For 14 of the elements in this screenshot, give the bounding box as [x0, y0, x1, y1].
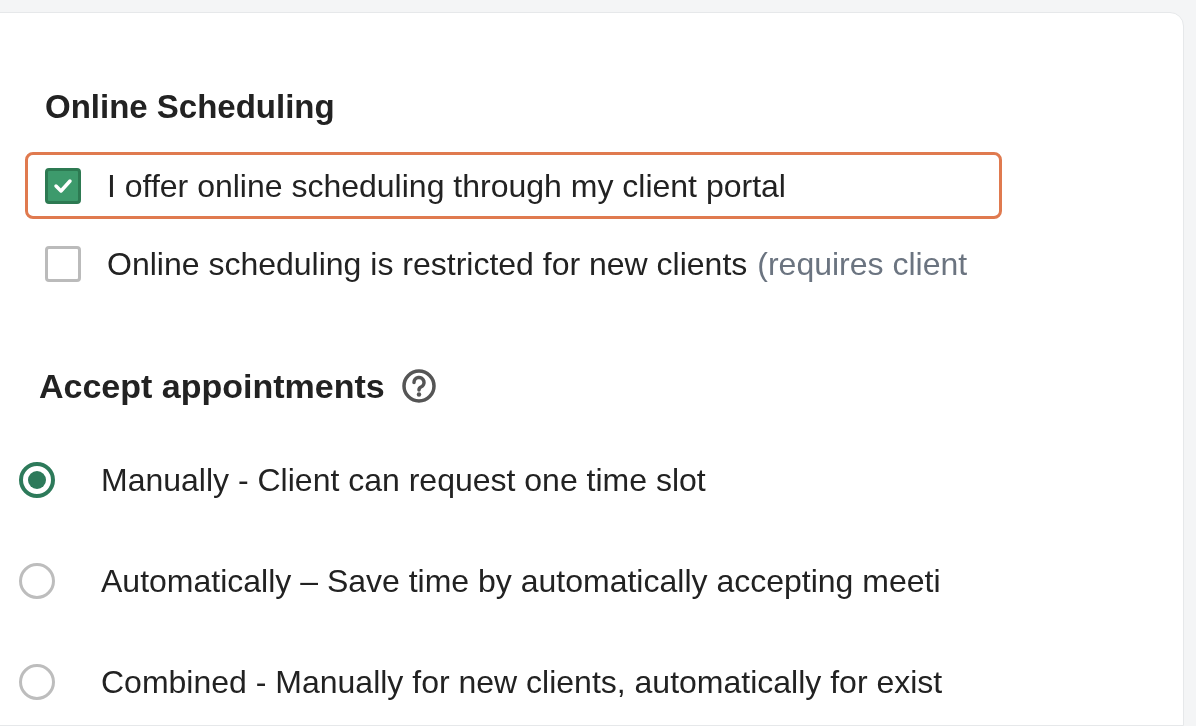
radio-label: Automatically – Save time by automatically accepting meeti — [101, 561, 941, 601]
checkbox[interactable] — [45, 246, 81, 282]
radio-button[interactable] — [19, 663, 55, 700]
checkbox-label: Online scheduling is restricted for new clients — [107, 245, 748, 284]
radio-button[interactable] — [19, 562, 55, 599]
checkbox[interactable] — [45, 168, 81, 204]
help-icon[interactable] — [400, 368, 437, 404]
section-title: Online Scheduling — [45, 87, 336, 127]
radio-button[interactable] — [19, 461, 55, 498]
note-text: (requires client — [757, 245, 968, 284]
checkbox-label: I offer online scheduling through my client portal — [107, 167, 786, 206]
radio-label: Combined - Manually for new clients, automatically for exist — [101, 662, 943, 702]
section-title: Accept appointments — [39, 365, 385, 407]
radio-label: Manually - Client can request one time slot — [101, 460, 706, 500]
